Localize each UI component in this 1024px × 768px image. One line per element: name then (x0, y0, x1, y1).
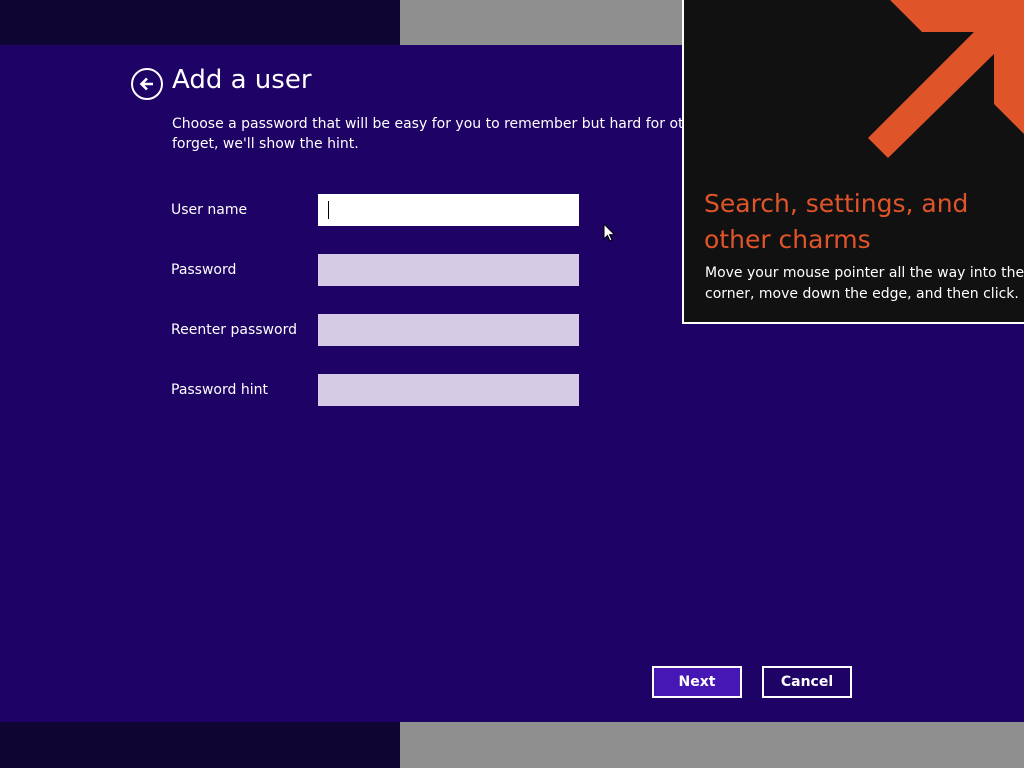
background-bottom-right (400, 722, 1024, 768)
screen: Add a user Choose a password that will b… (0, 0, 1024, 768)
page-description: Choose a password that will be easy for … (172, 114, 715, 154)
background-top-left (0, 0, 400, 45)
user-name-field[interactable] (318, 194, 579, 226)
user-name-label: User name (171, 202, 248, 218)
password-field[interactable] (318, 254, 579, 286)
reenter-password-field[interactable] (318, 314, 579, 346)
reenter-password-label: Reenter password (171, 322, 297, 338)
charms-tip-panel: Search, settings, and other charms Move … (682, 0, 1024, 324)
back-button[interactable] (131, 68, 163, 100)
password-hint-field[interactable] (318, 374, 579, 406)
password-hint-label: Password hint (171, 382, 268, 398)
mouse-pointer-icon (603, 223, 616, 242)
charms-tip-body: Move your mouse pointer all the way into… (705, 263, 1024, 305)
charms-body-line-2: corner, move down the edge, and then cli… (705, 286, 1019, 302)
page-title: Add a user (172, 65, 312, 95)
charms-tip-title: Search, settings, and other charms (704, 186, 1014, 258)
charms-title-line-1: Search, settings, and (704, 189, 969, 218)
password-label: Password (171, 262, 237, 278)
cancel-button[interactable]: Cancel (762, 666, 852, 698)
back-arrow-circle-icon (139, 77, 153, 91)
background-bottom-left (0, 722, 400, 768)
diagonal-arrow-up-right-icon (868, 0, 1024, 158)
next-button[interactable]: Next (652, 666, 742, 698)
text-caret (328, 201, 329, 219)
description-line-2: forget, we'll show the hint. (172, 136, 359, 152)
description-line-1: Choose a password that will be easy for … (172, 116, 715, 132)
charms-title-line-2: other charms (704, 225, 871, 254)
charms-body-line-1: Move your mouse pointer all the way into… (705, 265, 1024, 281)
